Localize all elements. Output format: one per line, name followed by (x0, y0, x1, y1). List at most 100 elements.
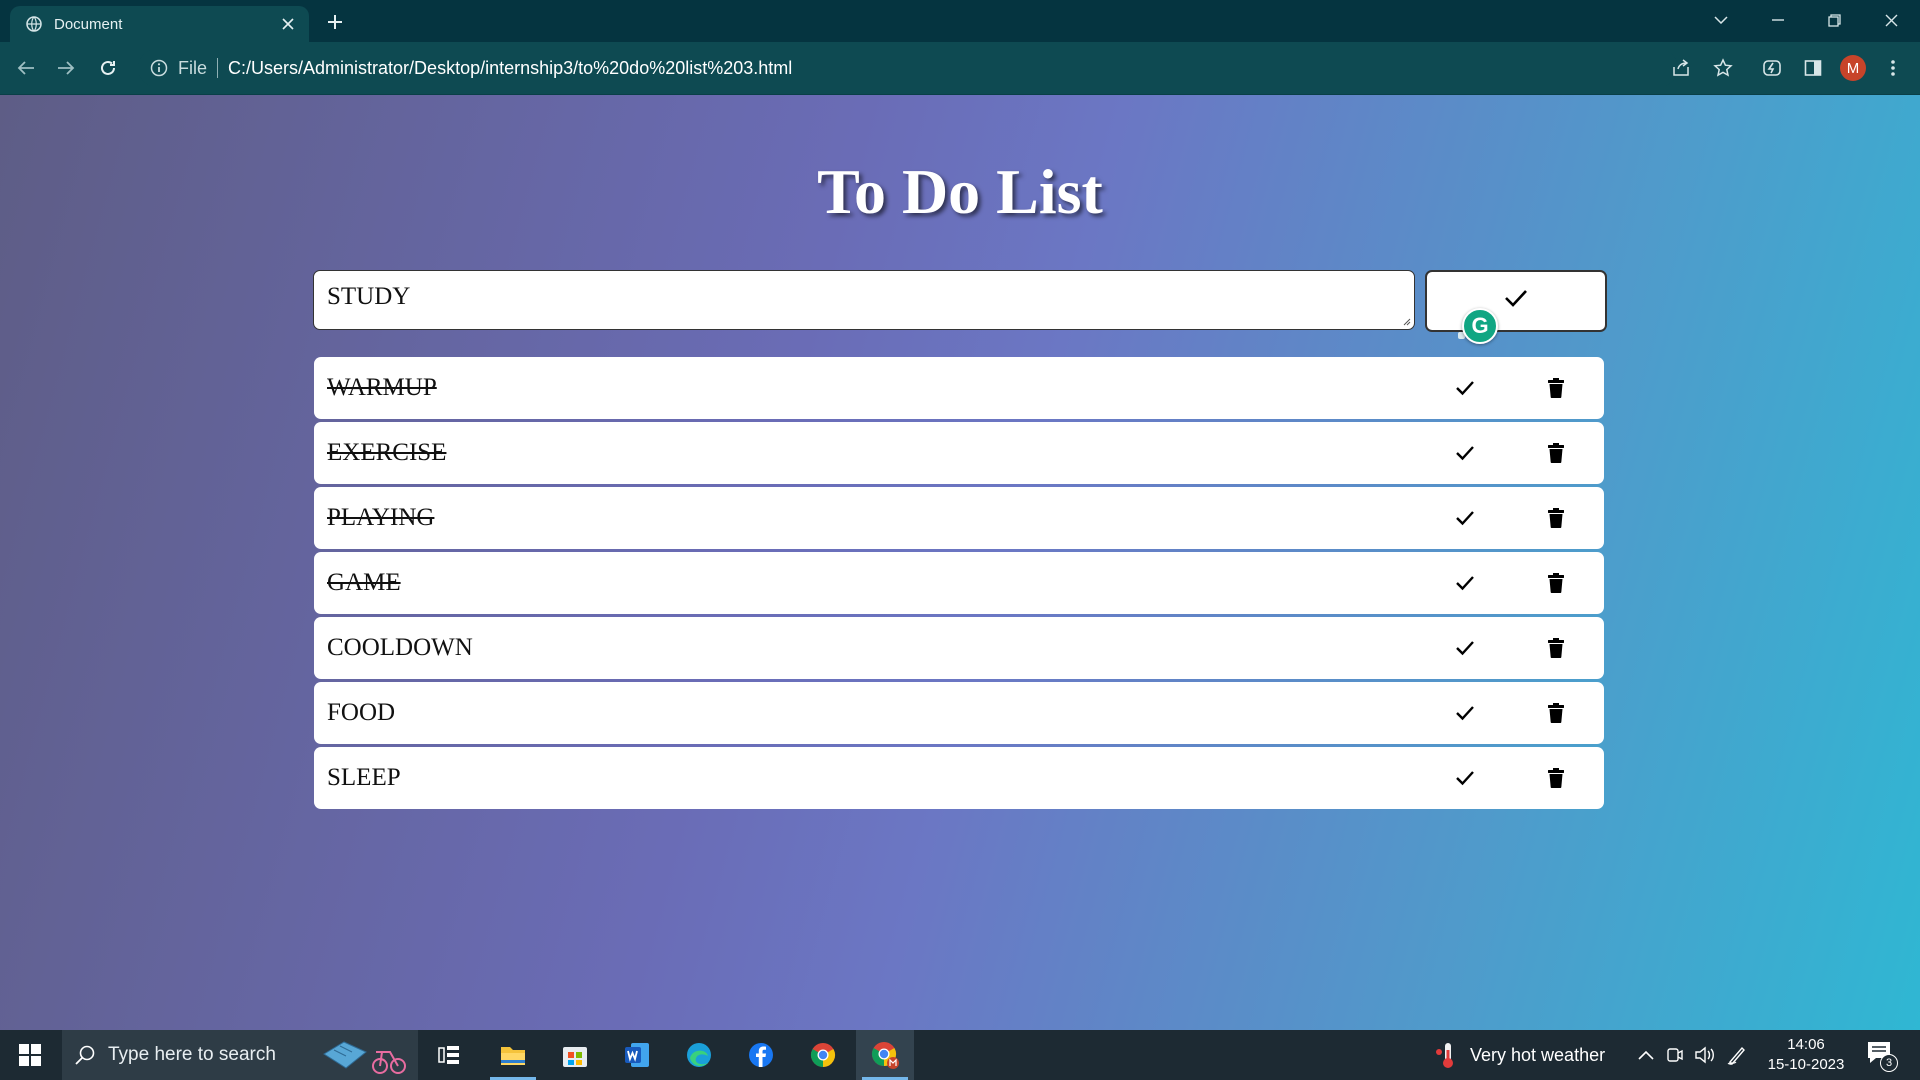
forward-arrow-icon[interactable] (52, 54, 80, 82)
trash-icon (1548, 443, 1564, 463)
share-icon[interactable] (1668, 55, 1694, 81)
task-row: PLAYING (314, 487, 1604, 549)
show-hidden-icons-chevron-icon[interactable] (1638, 1030, 1654, 1080)
profile-initial: M (1840, 55, 1866, 81)
search-icon (74, 1044, 96, 1066)
delete-task-button[interactable] (1544, 376, 1568, 400)
check-icon (1456, 706, 1474, 721)
tab-title: Document (54, 15, 123, 33)
notification-center-icon[interactable]: 3 (1866, 1040, 1898, 1072)
search-placeholder: Type here to search (108, 1044, 276, 1065)
delete-task-button[interactable] (1544, 571, 1568, 595)
trash-icon (1548, 573, 1564, 593)
grammarly-letter: G (1471, 313, 1489, 338)
task-text: SLEEP (327, 764, 401, 791)
delete-task-button[interactable] (1544, 506, 1568, 530)
delete-task-button[interactable] (1544, 701, 1568, 725)
complete-task-button[interactable] (1453, 376, 1477, 400)
delete-task-button[interactable] (1544, 636, 1568, 660)
tab-search-chevron-icon[interactable] (1692, 0, 1749, 40)
thermometer-icon (1436, 1043, 1453, 1068)
meet-now-icon[interactable] (1666, 1030, 1684, 1080)
complete-task-button[interactable] (1453, 441, 1477, 465)
check-icon (1456, 511, 1474, 526)
browser-tab[interactable]: Document (10, 6, 309, 42)
trash-icon (1548, 508, 1564, 528)
facebook-icon[interactable] (732, 1030, 790, 1080)
address-bar[interactable]: File C:/Users/Administrator/Desktop/inte… (138, 49, 1678, 87)
reload-icon[interactable] (94, 54, 122, 82)
new-tab-icon[interactable] (322, 9, 348, 35)
window-controls (1692, 0, 1920, 40)
close-window-icon[interactable] (1863, 0, 1920, 40)
windows-start-icon[interactable] (0, 1030, 60, 1080)
task-view-icon[interactable] (420, 1030, 478, 1080)
profile-avatar[interactable]: M (1840, 55, 1866, 81)
extension-icon[interactable] (1759, 55, 1785, 81)
file-explorer-icon[interactable] (484, 1030, 542, 1080)
windows-taskbar: Type here to search Very hot weather 14:… (0, 1030, 1920, 1080)
bookmark-star-icon[interactable] (1710, 55, 1736, 81)
minimize-icon[interactable] (1749, 0, 1806, 40)
complete-task-button[interactable] (1453, 506, 1477, 530)
browser-tab-strip: Document (0, 0, 1920, 42)
task-input-value: STUDY (327, 283, 411, 310)
task-text: COOLDOWN (327, 634, 473, 661)
task-list: WARMUP EXERCISE PLAYING GAME COOLDOWN FOOD SLE… (314, 357, 1604, 812)
task-text: FOOD (327, 699, 396, 726)
url-text[interactable]: C:/Users/Administrator/Desktop/internshi… (228, 58, 792, 79)
task-row: GAME (314, 552, 1604, 614)
back-arrow-icon[interactable] (12, 54, 40, 82)
complete-task-button[interactable] (1453, 701, 1477, 725)
info-icon[interactable] (150, 59, 168, 77)
task-text: WARMUP (327, 374, 437, 401)
page-viewport: To Do List STUDY G WARMUP EXERCISE PLAYING… (0, 95, 1920, 1030)
weather-text: Very hot weather (1470, 1044, 1606, 1065)
check-icon (1456, 381, 1474, 396)
url-scheme-label: File (178, 57, 208, 78)
side-panel-icon[interactable] (1800, 55, 1826, 81)
resize-grip-icon[interactable] (1401, 316, 1411, 326)
search-highlight-icon (323, 1041, 406, 1074)
address-divider (217, 58, 219, 78)
chrome-icon[interactable] (794, 1030, 852, 1080)
delete-task-button[interactable] (1544, 766, 1568, 790)
check-icon (1456, 446, 1474, 461)
close-tab-icon[interactable] (277, 13, 299, 35)
kebab-menu-icon[interactable] (1880, 55, 1906, 81)
check-icon (1456, 771, 1474, 786)
complete-task-button[interactable] (1453, 766, 1477, 790)
clock-time: 14:06 (1787, 1036, 1825, 1053)
globe-icon (26, 16, 42, 32)
weather-widget[interactable]: Very hot weather (1434, 1030, 1605, 1080)
taskbar-search[interactable]: Type here to search (62, 1030, 418, 1080)
task-row: WARMUP (314, 357, 1604, 419)
task-row: SLEEP (314, 747, 1604, 809)
task-text: PLAYING (327, 504, 435, 531)
trash-icon (1548, 638, 1564, 658)
browser-toolbar: File C:/Users/Administrator/Desktop/inte… (0, 42, 1920, 95)
trash-icon (1548, 768, 1564, 788)
complete-task-button[interactable] (1453, 571, 1477, 595)
chrome-profile-icon[interactable] (856, 1030, 914, 1080)
task-input[interactable]: STUDY (313, 270, 1415, 330)
task-row: COOLDOWN (314, 617, 1604, 679)
task-row: EXERCISE (314, 422, 1604, 484)
microsoft-store-icon[interactable] (546, 1030, 604, 1080)
pen-workspace-icon[interactable] (1726, 1030, 1748, 1080)
notification-count: 3 (1880, 1054, 1898, 1072)
edge-icon[interactable] (670, 1030, 728, 1080)
word-icon[interactable] (608, 1030, 666, 1080)
grammarly-icon[interactable]: G (1462, 308, 1498, 344)
volume-icon[interactable] (1694, 1030, 1716, 1080)
page-title: To Do List (817, 156, 1103, 227)
clock-date: 15-10-2023 (1767, 1056, 1845, 1073)
restore-icon[interactable] (1806, 0, 1863, 40)
complete-task-button[interactable] (1453, 636, 1477, 660)
trash-icon (1548, 378, 1564, 398)
add-task-button[interactable] (1425, 270, 1607, 332)
system-clock[interactable]: 14:06 15-10-2023 (1756, 1035, 1856, 1075)
delete-task-button[interactable] (1544, 441, 1568, 465)
task-text: EXERCISE (327, 439, 447, 466)
trash-icon (1548, 703, 1564, 723)
